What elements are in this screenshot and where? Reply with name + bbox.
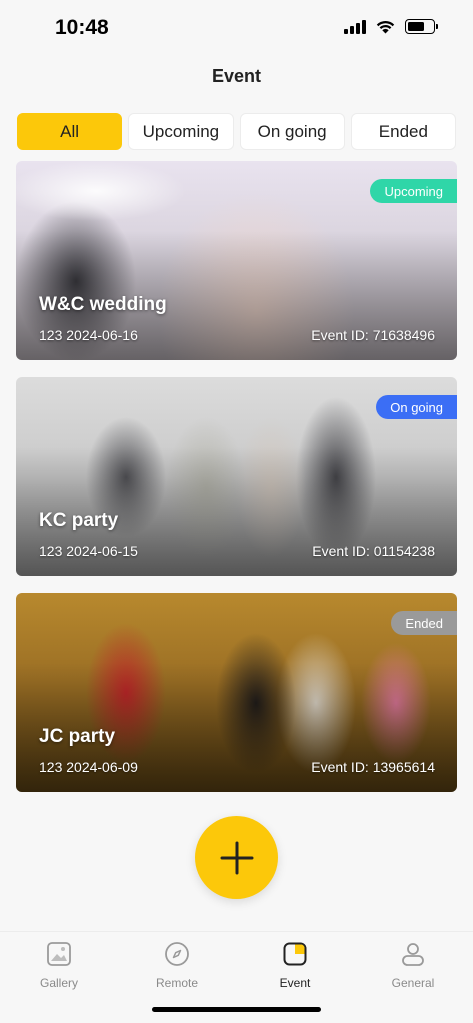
event-meta: 123 2024-06-09 — [39, 759, 138, 775]
tab-upcoming[interactable]: Upcoming — [128, 113, 234, 150]
event-id: Event ID: 71638496 — [311, 327, 435, 343]
event-meta: 123 2024-06-15 — [39, 543, 138, 559]
event-id: Event ID: 13965614 — [311, 759, 435, 775]
nav-label: General — [391, 976, 435, 990]
nav-label: Event — [279, 976, 311, 990]
nav-item-event[interactable]: Event — [255, 940, 335, 990]
filter-tabs: All Upcoming On going Ended — [17, 113, 456, 150]
event-list: Upcoming W&C wedding 123 2024-06-16 Even… — [16, 161, 457, 809]
nav-item-remote[interactable]: Remote — [137, 940, 217, 990]
status-time: 10:48 — [55, 16, 109, 39]
tab-on-going[interactable]: On going — [239, 113, 345, 150]
event-title: KC party — [39, 510, 119, 531]
event-icon — [281, 940, 309, 968]
event-title: W&C wedding — [39, 294, 167, 315]
home-indicator — [152, 1007, 321, 1012]
nav-item-gallery[interactable]: Gallery — [19, 940, 99, 990]
plus-icon — [220, 841, 253, 874]
event-meta: 123 2024-06-16 — [39, 327, 138, 343]
page-title: Event — [211, 66, 262, 86]
compass-icon — [163, 940, 191, 968]
status-badge: On going — [376, 395, 457, 419]
battery-icon — [405, 18, 438, 34]
nav-label: Remote — [155, 976, 199, 990]
tab-ended[interactable]: Ended — [350, 113, 456, 150]
nav-label: Gallery — [39, 976, 78, 990]
status-icons — [344, 18, 438, 34]
gallery-icon — [45, 940, 73, 968]
event-card[interactable]: Ended JC party 123 2024-06-09 Event ID: … — [16, 593, 457, 792]
event-title: JC party — [39, 726, 116, 747]
status-bar: 10:48 — [0, 0, 473, 56]
wifi-icon — [376, 20, 395, 34]
person-icon — [399, 940, 427, 968]
event-card[interactable]: Upcoming W&C wedding 123 2024-06-16 Even… — [16, 161, 457, 360]
tab-all[interactable]: All — [17, 113, 123, 150]
status-badge: Ended — [391, 611, 457, 635]
event-id: Event ID: 01154238 — [312, 543, 435, 559]
add-event-button[interactable] — [195, 816, 278, 899]
nav-item-general[interactable]: General — [373, 940, 453, 990]
cellular-signal-icon — [344, 18, 366, 34]
status-badge: Upcoming — [370, 179, 457, 203]
event-card[interactable]: On going KC party 123 2024-06-15 Event I… — [16, 377, 457, 576]
